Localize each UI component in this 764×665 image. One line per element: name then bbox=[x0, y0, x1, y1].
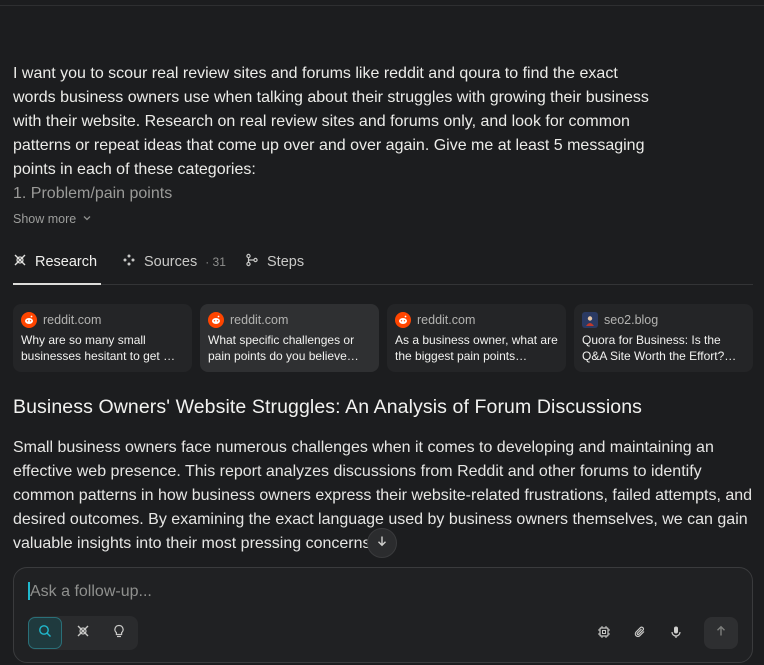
answer-title: Business Owners' Website Struggles: An A… bbox=[13, 396, 642, 418]
query-line: words business owners use when talking a… bbox=[13, 89, 649, 106]
top-divider bbox=[0, 0, 764, 6]
follow-up-composer bbox=[13, 567, 753, 663]
source-title: Quora for Business: Is the Q&A Site Wort… bbox=[582, 333, 737, 363]
tab-steps-label: Steps bbox=[267, 254, 305, 270]
sources-icon bbox=[122, 253, 136, 271]
source-title: Why are so many small businesses hesitan… bbox=[21, 333, 176, 363]
source-domain: reddit.com bbox=[230, 313, 289, 327]
source-card[interactable]: reddit.com Why are so many small busines… bbox=[13, 304, 192, 372]
sources-count: · 31 bbox=[205, 255, 226, 269]
seo2-favicon bbox=[582, 312, 598, 328]
microphone-icon bbox=[669, 625, 683, 644]
cpu-chip-icon bbox=[597, 625, 611, 644]
source-cards: reddit.com Why are so many small busines… bbox=[13, 304, 753, 372]
source-domain: seo2.blog bbox=[604, 313, 659, 327]
source-site: seo2.blog bbox=[582, 312, 745, 328]
source-card[interactable]: seo2.blog Quora for Business: Is the Q&A… bbox=[574, 304, 753, 372]
follow-up-input[interactable] bbox=[28, 580, 592, 604]
query-line: 1. Problem/pain points bbox=[13, 185, 173, 202]
source-site: reddit.com bbox=[208, 312, 371, 328]
query-line: points in each of these categories: bbox=[13, 161, 256, 178]
model-chip-button[interactable] bbox=[594, 624, 614, 644]
attach-button[interactable] bbox=[630, 624, 650, 644]
source-domain: reddit.com bbox=[417, 313, 476, 327]
send-button[interactable] bbox=[704, 617, 738, 649]
tab-research-label: Research bbox=[35, 254, 98, 270]
lightbulb-icon bbox=[112, 624, 126, 643]
query-line: patterns or repeat ideas that come up ov… bbox=[13, 137, 645, 154]
tab-research[interactable]: Research bbox=[13, 240, 101, 285]
source-card[interactable]: reddit.com What specific challenges or p… bbox=[200, 304, 379, 372]
reddit-icon bbox=[21, 312, 37, 328]
query-line: I want you to scour real review sites an… bbox=[13, 65, 618, 82]
chevron-down-icon bbox=[82, 212, 92, 226]
voice-input-button[interactable] bbox=[666, 624, 686, 644]
labs-mode-button[interactable] bbox=[102, 617, 136, 649]
user-query: I want you to scour real review sites an… bbox=[13, 62, 713, 206]
scroll-down-button[interactable] bbox=[367, 528, 397, 558]
source-site: reddit.com bbox=[395, 312, 558, 328]
arrow-down-icon bbox=[376, 534, 388, 552]
reddit-icon bbox=[208, 312, 224, 328]
tab-sources-label: Sources bbox=[144, 254, 198, 270]
source-title: As a business owner, what are the bigges… bbox=[395, 333, 558, 363]
answer-tabs: Research Sources · 31 Steps bbox=[13, 240, 753, 285]
research-icon bbox=[13, 253, 27, 271]
reddit-icon bbox=[395, 312, 411, 328]
paperclip-icon bbox=[633, 625, 647, 644]
query-line: with their website. Research on real rev… bbox=[13, 113, 630, 130]
source-title: What specific challenges or pain points … bbox=[208, 333, 359, 363]
tab-sources[interactable]: Sources · 31 bbox=[122, 240, 226, 284]
show-more-button[interactable]: Show more bbox=[13, 212, 92, 226]
search-icon bbox=[38, 624, 52, 643]
source-site: reddit.com bbox=[21, 312, 184, 328]
search-mode-button[interactable] bbox=[28, 617, 62, 649]
source-domain: reddit.com bbox=[43, 313, 102, 327]
tab-steps[interactable]: Steps bbox=[245, 240, 304, 284]
research-icon bbox=[76, 624, 90, 643]
source-card[interactable]: reddit.com As a business owner, what are… bbox=[387, 304, 566, 372]
show-more-label: Show more bbox=[13, 212, 77, 226]
arrow-up-icon bbox=[715, 624, 727, 642]
mode-selector bbox=[28, 616, 138, 650]
research-mode-button[interactable] bbox=[66, 617, 100, 649]
steps-icon bbox=[245, 253, 259, 271]
